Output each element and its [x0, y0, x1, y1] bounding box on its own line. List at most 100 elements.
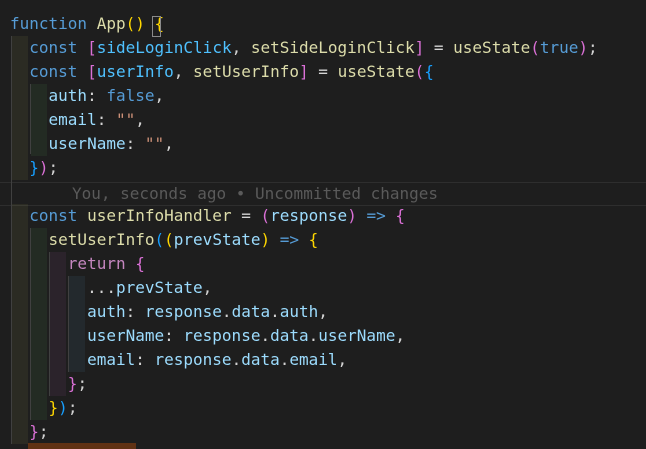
code-token: App — [96, 14, 126, 33]
code-token: auth — [10, 86, 88, 105]
code-token: ( — [260, 206, 271, 225]
code-token: "" — [144, 134, 165, 153]
code-token: "" — [115, 110, 136, 129]
code-token: response — [270, 206, 348, 225]
code-token: { — [308, 230, 319, 249]
code-line[interactable]: auth: false, — [10, 84, 165, 108]
code-token: . — [270, 302, 280, 321]
code-line[interactable]: }; — [10, 420, 49, 444]
code-token: . — [221, 302, 232, 321]
code-token: ) — [58, 398, 68, 417]
code-line[interactable]: auth: response.data.auth, — [10, 300, 328, 324]
code-token: ; — [48, 158, 59, 177]
code-token: data — [231, 302, 271, 321]
code-token: ; — [588, 38, 598, 57]
code-line[interactable]: ...prevState, — [10, 276, 212, 300]
code-token: : — [96, 110, 116, 129]
code-line[interactable]: userName: response.data.userName, — [10, 324, 405, 348]
code-token: userName — [10, 134, 126, 153]
code-token: userName — [318, 326, 396, 345]
code-token: ] — [299, 62, 309, 81]
code-token: : — [125, 302, 145, 321]
code-token: , — [231, 38, 251, 57]
code-token: ( — [414, 62, 425, 81]
code-token: function — [10, 14, 88, 33]
code-line[interactable]: }); — [10, 396, 78, 420]
code-token: => — [366, 206, 386, 225]
code-token: , — [202, 278, 213, 297]
code-token: = — [308, 62, 338, 81]
code-token: ; — [77, 374, 88, 393]
code-token: ( — [530, 38, 540, 57]
code-line[interactable]: return { — [10, 252, 145, 276]
code-line[interactable]: setUserInfo((prevState) => { — [10, 228, 319, 252]
code-token: = — [424, 38, 454, 57]
code-token: sideLoginClick — [96, 38, 232, 57]
code-token: prevState — [115, 278, 203, 297]
code-token: , — [164, 134, 174, 153]
code-token: } — [29, 158, 39, 177]
code-token: . — [308, 326, 319, 345]
code-line[interactable]: const userInfoHandler = (response) => { — [10, 204, 405, 228]
code-token: [ — [87, 38, 97, 57]
code-line[interactable]: userName: "", — [10, 132, 174, 156]
code-line[interactable]: }; — [10, 372, 87, 396]
code-token: { — [395, 206, 406, 225]
code-token: data — [241, 350, 280, 369]
code-token: ( — [164, 230, 174, 249]
code-token: , — [135, 110, 145, 129]
code-token: useState — [337, 62, 415, 81]
code-line[interactable]: }); — [10, 156, 58, 180]
code-token: ; — [38, 422, 49, 441]
code-token: prevState — [173, 230, 261, 249]
code-token: email — [10, 350, 136, 369]
code-token: response — [183, 326, 261, 345]
code-token: ) — [578, 38, 589, 57]
code-token: false — [106, 86, 155, 105]
code-token: . — [231, 350, 242, 369]
code-token: { — [424, 62, 434, 81]
git-blame-annotation: You, seconds ago • Uncommitted changes — [72, 184, 439, 203]
code-token: response — [144, 302, 222, 321]
code-token: : — [87, 86, 107, 105]
code-token: data — [270, 326, 309, 345]
code-token: . — [279, 350, 290, 369]
code-token: , — [337, 350, 348, 369]
code-token: ) — [38, 158, 49, 177]
code-line[interactable]: const [userInfo, setUserInfo] = useState… — [10, 60, 434, 84]
code-token: => — [279, 230, 300, 249]
code-token: ; — [67, 398, 78, 417]
code-line[interactable]: function App() { — [10, 12, 164, 36]
code-token: email — [289, 350, 338, 369]
code-token: ) — [347, 206, 357, 225]
code-token: () — [125, 14, 155, 33]
code-token: [ — [87, 62, 97, 81]
code-token: response — [154, 350, 232, 369]
code-line[interactable]: const [sideLoginClick, setSideLoginClick… — [10, 36, 598, 60]
code-token: auth — [10, 302, 126, 321]
code-token: return — [10, 254, 126, 273]
code-line[interactable]: email: response.data.email, — [10, 348, 347, 372]
code-token: , — [395, 326, 405, 345]
code-token: : — [164, 326, 184, 345]
code-editor[interactable]: function App() { const [sideLoginClick, … — [0, 0, 646, 449]
code-token: const — [10, 62, 78, 81]
code-token: . — [260, 326, 271, 345]
code-token: const — [10, 206, 78, 225]
code-token: setSideLoginClick — [250, 38, 415, 57]
code-line[interactable]: email: "", — [10, 108, 145, 132]
code-token: ) — [260, 230, 271, 249]
code-token: true — [539, 38, 579, 57]
code-token: ] — [414, 38, 425, 57]
